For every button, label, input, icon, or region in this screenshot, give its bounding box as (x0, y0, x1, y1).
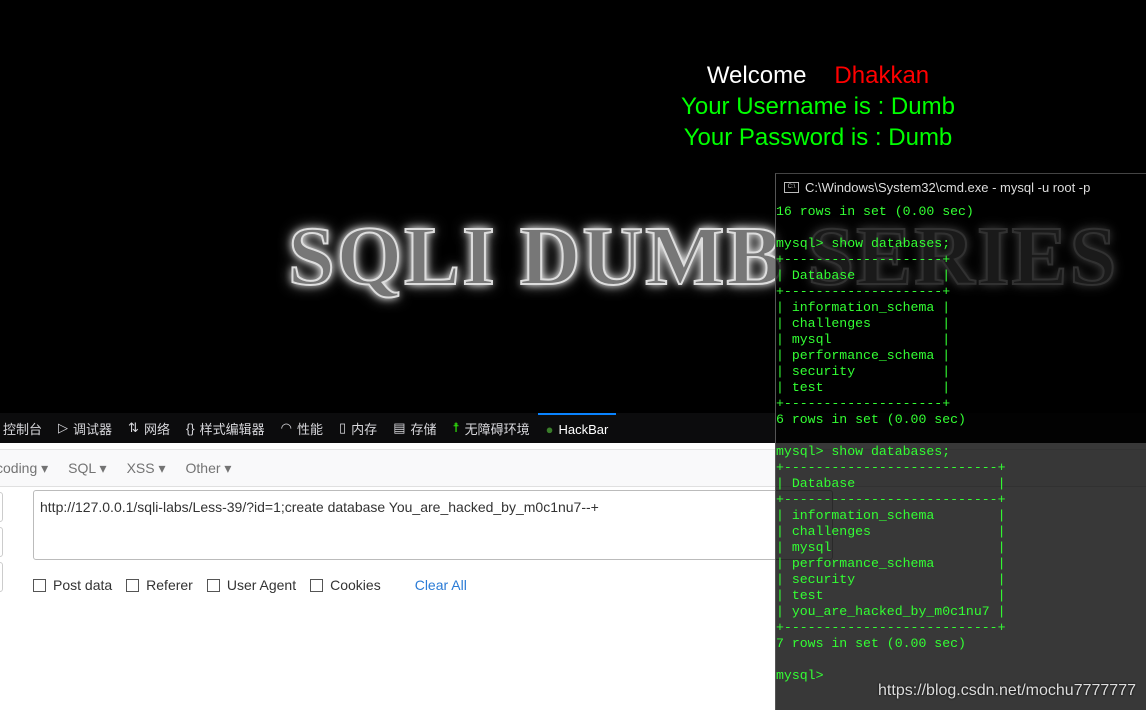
terminal-line: | test | (776, 380, 951, 395)
terminal-line: +---------------------------+ (776, 460, 1006, 475)
options-row: Post data Referer User Agent Cookies Clear … (33, 577, 467, 593)
devtools-tab[interactable]: ⇅ 网络 (120, 413, 178, 443)
debugger-icon: ▷ (58, 420, 69, 435)
terminal-line: | you_are_hacked_by_m0c1nu7 | (776, 604, 1006, 619)
terminal-line: | challenges | (776, 524, 1006, 539)
terminal-line: | mysql | (776, 540, 1006, 555)
terminal-line: | performance_schema | (776, 348, 951, 363)
accessibility-icon: ☨ (452, 420, 460, 435)
devtools-tab[interactable]: ◠ 性能 (273, 413, 331, 443)
checkbox[interactable] (33, 578, 46, 592)
tab-label: 存储 (410, 421, 437, 437)
checkbox[interactable] (126, 578, 140, 592)
tab-label: 调试器 (73, 421, 113, 437)
terminal-line: +--------------------+ (776, 252, 951, 267)
terminal-line: | security | (776, 364, 951, 379)
execute-button[interactable] (0, 562, 3, 592)
terminal-line: +--------------------+ (776, 284, 951, 299)
menu-dropdown[interactable]: coding ▾ (0, 460, 48, 477)
hackbar-icon: ● (545, 421, 554, 437)
devtools-tab[interactable]: {} 样式编辑器 (178, 413, 273, 443)
terminal-line: | security | (776, 572, 1006, 587)
terminal-line: mysql> show databases; (776, 236, 951, 251)
cmd-titlebar[interactable]: C:\ C:\Windows\System32\cmd.exe - mysql -… (776, 174, 1146, 200)
option-checkbox[interactable]: Referer (126, 577, 193, 593)
terminal-line: | information_schema | (776, 508, 1006, 523)
url-textarea[interactable]: http://127.0.0.1/sqli-labs/Less-39/?id=1… (33, 490, 833, 560)
load-url-button[interactable] (0, 492, 3, 522)
watermark: https://blog.csdn.net/mochu7777777 (878, 682, 1136, 699)
network-arrows-icon: ⇅ (128, 420, 139, 435)
checkbox[interactable] (206, 578, 220, 592)
menu-dropdown[interactable]: XSS ▾ (127, 460, 166, 477)
user-name: Dhakkan (834, 62, 930, 89)
terminal-line: | test | (776, 588, 1006, 603)
terminal-line: +---------------------------+ (776, 620, 1006, 635)
tab-label: 内存 (351, 421, 378, 437)
gauge-icon: ◠ (280, 420, 292, 435)
devtools-tab[interactable]: ● HackBar (537, 413, 617, 443)
cmd-icon: C:\ (784, 181, 799, 193)
devtools-tab[interactable]: ▤ 存储 (385, 413, 444, 443)
welcome-block: Welcome Dhakkan Your Username is : Dumb Y… (0, 60, 1146, 153)
cmd-window: C:\ C:\Windows\System32\cmd.exe - mysql -… (775, 173, 1146, 710)
option-label: User Agent (226, 577, 297, 593)
tab-label: 网络 (143, 421, 170, 437)
terminal-line: | Database | (776, 476, 1006, 491)
terminal-line: | information_schema | (776, 300, 951, 315)
username-line: Your Username is : Dumb (681, 93, 955, 120)
devtools-tab[interactable]: ▯ 内存 (331, 413, 385, 443)
terminal-line: 7 rows in set (0.00 sec) (776, 636, 966, 651)
welcome-text: Welcome (706, 62, 807, 89)
tab-label: 样式编辑器 (199, 421, 265, 437)
option-checkbox[interactable]: Cookies (310, 577, 381, 593)
menu-dropdown[interactable]: SQL ▾ (68, 460, 106, 477)
devtools-tab[interactable]: 控制台 (0, 413, 50, 443)
option-label: Post data (53, 577, 113, 593)
clear-all-link[interactable]: Clear All (415, 577, 467, 593)
devtools-tab[interactable]: ▷ 调试器 (50, 413, 120, 443)
tab-label: 无障碍环境 (464, 421, 530, 437)
terminal-line: +---------------------------+ (776, 492, 1006, 507)
tab-label: 性能 (297, 421, 324, 437)
terminal-line: | performance_schema | (776, 556, 1006, 571)
devtools-tab[interactable]: ☨ 无障碍环境 (445, 413, 538, 443)
braces-icon: {} (185, 420, 195, 436)
terminal-line: +--------------------+ (776, 396, 951, 411)
option-checkbox[interactable]: User Agent (206, 577, 297, 593)
terminal-line: 16 rows in set (0.00 sec) (776, 204, 974, 219)
option-checkbox[interactable]: Post data (33, 577, 112, 593)
terminal-line: | challenges | (776, 316, 951, 331)
terminal-output[interactable]: 16 rows in set (0.00 sec) mysql> show dat… (776, 204, 1006, 684)
storage-icon: ▤ (393, 420, 406, 435)
password-line: Your Password is : Dumb (683, 124, 953, 151)
tab-label: 控制台 (3, 421, 43, 437)
terminal-line: mysql> show databases; (776, 444, 951, 459)
tab-label: HackBar (558, 421, 609, 437)
terminal-line: | mysql | (776, 332, 951, 347)
option-label: Cookies (330, 577, 381, 593)
menu-dropdown[interactable]: Other ▾ (186, 460, 232, 477)
terminal-line: 6 rows in set (0.00 sec) (776, 412, 966, 427)
cmd-title: C:\Windows\System32\cmd.exe - mysql -u r… (805, 179, 1091, 195)
split-url-button[interactable] (0, 527, 3, 557)
option-label: Referer (146, 577, 193, 593)
terminal-line: | Database | (776, 268, 951, 283)
checkbox[interactable] (310, 578, 324, 592)
memory-chip-icon: ▯ (339, 420, 347, 435)
